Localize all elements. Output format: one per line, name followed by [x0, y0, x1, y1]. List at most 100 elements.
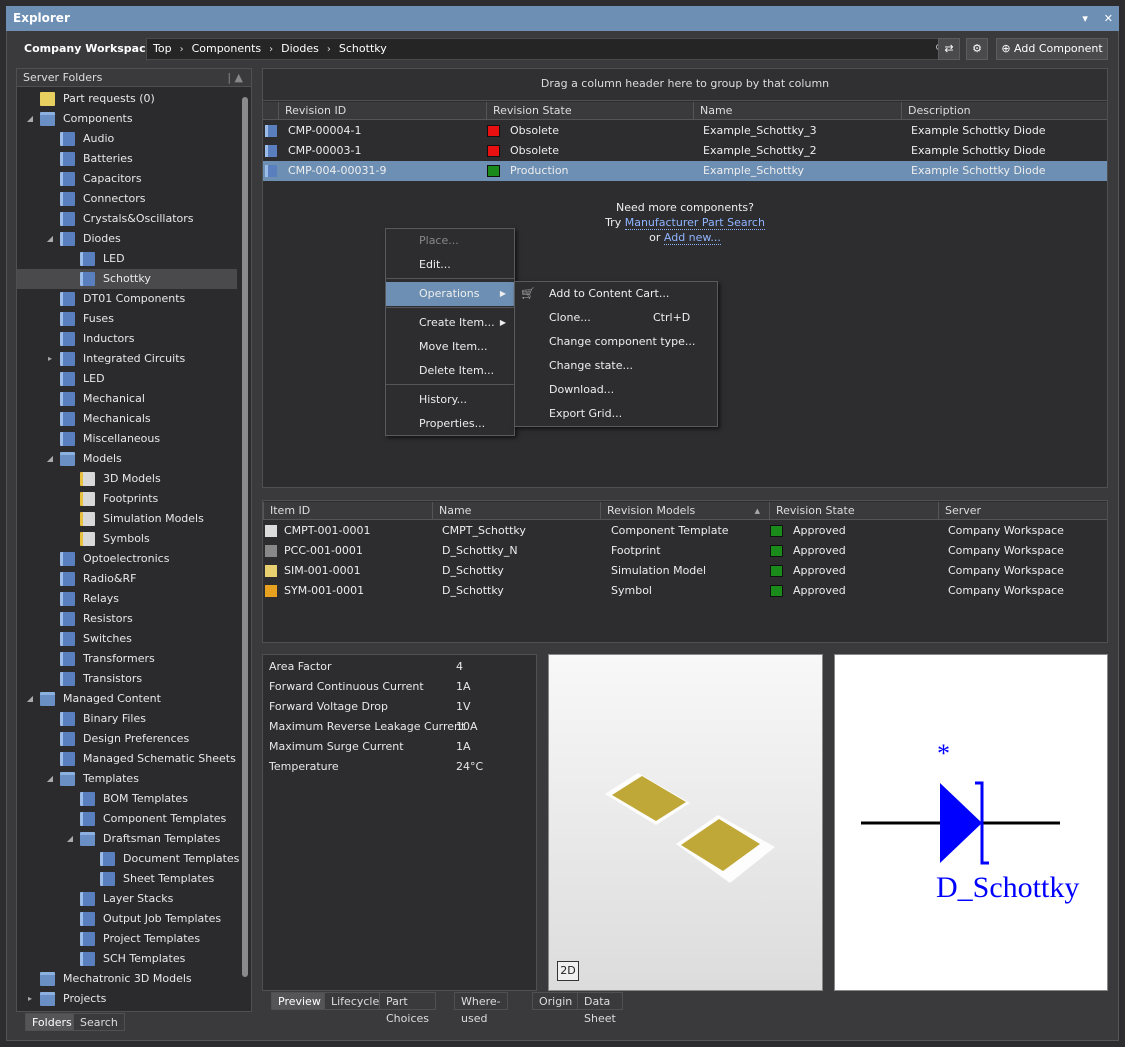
tree-node[interactable]: Mechanical — [17, 389, 237, 409]
tree-node[interactable]: Optoelectronics — [17, 549, 237, 569]
expand-arrow-icon[interactable]: ▸ — [45, 349, 55, 369]
tree-node[interactable]: ▸ Projects — [17, 989, 237, 1009]
menu-item-edit[interactable]: Edit... — [386, 253, 514, 277]
menu-item-move-item[interactable]: Move Item... — [386, 335, 514, 359]
tree-node[interactable]: Output Job Templates — [17, 909, 237, 929]
tree-node[interactable]: DT01 Components — [17, 289, 237, 309]
menu-item-operations[interactable]: Operations ▶ — [386, 282, 514, 306]
expand-arrow-icon[interactable]: ▸ — [25, 989, 35, 1009]
tree-node[interactable]: ◢ Draftsman Templates — [17, 829, 237, 849]
manufacturer-part-search-link[interactable]: Manufacturer Part Search — [624, 216, 765, 230]
tab-origin[interactable]: Origin — [532, 992, 580, 1010]
header-sort-icon[interactable]: | ▲ — [227, 69, 243, 87]
breadcrumb-item-schottky[interactable]: Schottky — [339, 42, 387, 55]
tree-node[interactable]: Batteries — [17, 149, 237, 169]
tree-node[interactable]: Document Templates — [17, 849, 239, 869]
menu-item-history[interactable]: History... — [386, 388, 514, 412]
tab-part-choices[interactable]: Part Choices — [379, 992, 436, 1025]
model-row[interactable]: CMPT-001-0001 CMPT_Schottky Component Temp… — [263, 521, 1107, 541]
model-row[interactable]: SYM-001-0001 D_Schottky Symbol Approved Comp… — [263, 581, 1107, 601]
tree-node[interactable]: Binary Files — [17, 709, 237, 729]
tree-node[interactable]: BOM Templates — [17, 789, 237, 809]
tree-node[interactable]: Miscellaneous — [17, 429, 237, 449]
3d-preview[interactable]: 2D — [548, 654, 823, 991]
tab-search[interactable]: Search — [73, 1013, 125, 1031]
breadcrumb[interactable]: Top›Components›Diodes›Schottky ⚲ — [146, 38, 950, 60]
tree-node[interactable]: Mechatronic 3D Models — [17, 969, 237, 989]
tree-node[interactable]: Crystals&Oscillators — [17, 209, 237, 229]
menu-item-properties[interactable]: Properties... — [386, 412, 514, 436]
menu-item-delete-item[interactable]: Delete Item... — [386, 359, 514, 383]
column-name[interactable]: Name — [432, 502, 471, 520]
column-revision-state[interactable]: Revision State — [486, 102, 572, 120]
column-revision-id[interactable]: Revision ID — [278, 102, 346, 120]
column-description[interactable]: Description — [901, 102, 971, 120]
tree-node[interactable]: ◢ Templates — [17, 769, 237, 789]
tree-node[interactable]: Schottky — [17, 269, 237, 289]
submenu-item-download[interactable]: Download... — [515, 378, 717, 402]
tree-node[interactable]: Component Templates — [17, 809, 237, 829]
tree-node[interactable]: ◢ Managed Content — [17, 689, 237, 709]
tree-node[interactable]: Resistors — [17, 609, 237, 629]
expand-arrow-icon[interactable]: ◢ — [25, 689, 35, 709]
group-by-hint[interactable]: Drag a column header here to group by th… — [263, 69, 1107, 101]
tree-node[interactable]: Transformers — [17, 649, 237, 669]
expand-arrow-icon[interactable]: ◢ — [25, 109, 35, 129]
revision-row[interactable]: CMP-00004-1 Obsolete Example_Schottky_3 Exa… — [263, 121, 1107, 141]
settings-button[interactable]: ⚙ — [966, 38, 988, 60]
breadcrumb-item-diodes[interactable]: Diodes — [281, 42, 319, 55]
tree-node[interactable]: Connectors — [17, 189, 237, 209]
revision-row[interactable]: CMP-004-00031-9 Production Example_Schottk… — [263, 161, 1107, 181]
add-component-button[interactable]: ⊕ Add Component — [996, 38, 1108, 60]
tree-node[interactable]: Radio&RF — [17, 569, 237, 589]
tree-node[interactable]: Part requests (0) — [17, 89, 237, 109]
column-revision-state[interactable]: Revision State — [769, 502, 855, 520]
tree-node[interactable]: Managed Schematic Sheets — [17, 749, 237, 769]
tree-node[interactable]: Fuses — [17, 309, 237, 329]
tree-node[interactable]: ◢ Models — [17, 449, 237, 469]
tree-node[interactable]: Inductors — [17, 329, 237, 349]
expand-arrow-icon[interactable]: ◢ — [45, 229, 55, 249]
view-2d-button[interactable]: 2D — [557, 961, 579, 981]
tab-where-used[interactable]: Where-used — [454, 992, 508, 1025]
tab-preview[interactable]: Preview — [271, 992, 328, 1010]
workspace-dropdown[interactable]: Company Workspace ▾ — [24, 42, 161, 55]
expand-arrow-icon[interactable]: ◢ — [45, 449, 55, 469]
expand-arrow-icon[interactable]: ◢ — [45, 769, 55, 789]
tree-node[interactable]: Footprints — [17, 489, 237, 509]
tree-node[interactable]: LED — [17, 249, 237, 269]
tree-node[interactable]: Project Templates — [17, 929, 237, 949]
column-item-id[interactable]: Item ID — [263, 502, 310, 520]
tree-node[interactable]: 3D Models — [17, 469, 237, 489]
tree-node[interactable]: ◢ Components — [17, 109, 237, 129]
breadcrumb-item-components[interactable]: Components — [192, 42, 262, 55]
tree-scrollbar[interactable] — [241, 89, 249, 987]
revision-row[interactable]: CMP-00003-1 Obsolete Example_Schottky_2 Exa… — [263, 141, 1107, 161]
submenu-item-export-grid[interactable]: Export Grid... — [515, 402, 717, 426]
tree-node[interactable]: Design Preferences — [17, 729, 237, 749]
tree-node[interactable]: Symbols — [17, 529, 237, 549]
column-name[interactable]: Name — [693, 102, 732, 120]
breadcrumb-item-top[interactable]: Top — [153, 42, 172, 55]
tree-node[interactable]: Transistors — [17, 669, 237, 689]
tree-node[interactable]: Audio — [17, 129, 237, 149]
model-row[interactable]: SIM-001-0001 D_Schottky Simulation Model Ap… — [263, 561, 1107, 581]
tree-node[interactable]: SCH Templates — [17, 949, 237, 969]
add-new-link[interactable]: Add new... — [663, 231, 721, 245]
symbol-preview[interactable]: * D_Schottky — [834, 654, 1108, 991]
tree-node[interactable]: Layer Stacks — [17, 889, 237, 909]
model-row[interactable]: PCC-001-0001 D_Schottky_N Footprint Approve… — [263, 541, 1107, 561]
tree-node[interactable]: Switches — [17, 629, 237, 649]
tree-node[interactable]: Relays — [17, 589, 237, 609]
submenu-item-change-component-type[interactable]: Change component type... — [515, 330, 717, 354]
tree-node[interactable]: LED — [17, 369, 237, 389]
tree-node[interactable]: Simulation Models — [17, 509, 237, 529]
tree-node[interactable]: Mechanicals — [17, 409, 237, 429]
menu-item-place[interactable]: Place... — [386, 229, 514, 253]
expand-arrow-icon[interactable]: ◢ — [65, 829, 75, 849]
close-icon[interactable]: ✕ — [1104, 12, 1113, 25]
tab-lifecycle[interactable]: Lifecycle — [324, 992, 387, 1010]
tab-folders[interactable]: Folders — [25, 1013, 79, 1031]
tree-node[interactable]: ◢ Diodes — [17, 229, 237, 249]
tab-data-sheet[interactable]: Data Sheet — [577, 992, 623, 1025]
